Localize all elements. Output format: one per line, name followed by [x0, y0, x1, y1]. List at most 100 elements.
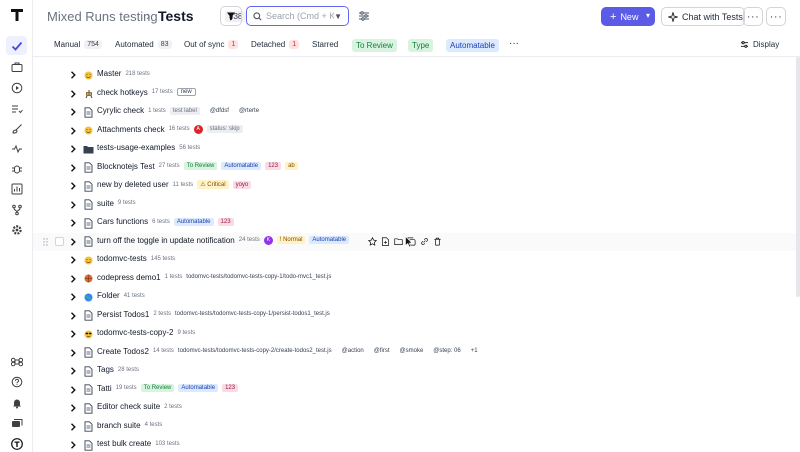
search-input[interactable] — [266, 11, 334, 21]
pulse-nav-icon[interactable] — [6, 139, 27, 158]
tab-manual[interactable]: Manual 754 — [54, 40, 102, 49]
chevron-right-icon[interactable] — [69, 422, 77, 432]
chevron-right-icon[interactable] — [69, 107, 77, 117]
suite-name[interactable]: Attachments check — [97, 125, 165, 134]
tag-badge[interactable]: status: skip — [206, 125, 243, 133]
tree-row[interactable]: test bulk create 103 tests — [33, 436, 800, 452]
suite-name[interactable]: Tatti — [97, 384, 112, 393]
tree-row[interactable]: Tags 28 tests — [33, 362, 800, 380]
tabs-more-button[interactable]: ··· — [509, 38, 519, 49]
notifications-bell-icon[interactable] — [6, 393, 27, 412]
tag-badge[interactable]: ! Normal — [276, 236, 306, 244]
chevron-right-icon[interactable] — [69, 255, 77, 265]
suite-name[interactable]: todomvc-tests — [97, 254, 147, 263]
tag-badge[interactable]: Automatable — [309, 236, 350, 244]
bug-nav-icon[interactable] — [6, 159, 27, 178]
suite-name[interactable]: Blocknotejs Test — [97, 162, 155, 171]
chevron-down-icon[interactable]: ▾ — [646, 11, 650, 20]
tree-row[interactable]: codepress demo1 1 tests todomvc-tests/todo… — [33, 270, 800, 288]
chevron-right-icon[interactable] — [69, 348, 77, 358]
tree-row[interactable]: tests-usage-examples 56 tests — [33, 140, 800, 158]
chevron-right-icon[interactable] — [69, 311, 77, 321]
chevron-right-icon[interactable] — [69, 274, 77, 284]
tree-row[interactable]: check hotkeys 17 tests new — [33, 85, 800, 103]
tree-row[interactable]: todomvc-tests 145 tests — [33, 251, 800, 269]
label-chip[interactable]: @first — [374, 348, 390, 354]
chevron-right-icon[interactable] — [69, 218, 77, 228]
filter-button[interactable] — [220, 6, 242, 26]
tree-row[interactable]: Editor check suite 2 tests — [33, 399, 800, 417]
tag-badge[interactable]: Automatable — [178, 384, 219, 392]
chevron-right-icon[interactable] — [69, 126, 77, 136]
tests-nav-icon[interactable] — [6, 36, 27, 55]
tree-row[interactable]: Blocknotejs Test 27 tests To Review Automat… — [33, 159, 800, 177]
tab-detached[interactable]: Detached 1 — [251, 40, 300, 49]
suite-name[interactable]: todomvc-tests-copy-2 — [97, 328, 173, 337]
chevron-right-icon[interactable] — [69, 163, 77, 173]
suite-name[interactable]: branch suite — [97, 421, 141, 430]
help-nav-icon[interactable] — [6, 372, 27, 391]
add-test-icon[interactable] — [381, 236, 390, 246]
settings-nav-icon[interactable] — [6, 220, 27, 239]
tree-row[interactable]: Folder 41 tests — [33, 288, 800, 306]
search-box[interactable]: ▼ — [246, 6, 349, 26]
suite-name[interactable]: test bulk create — [97, 439, 151, 448]
suite-name[interactable]: Folder — [97, 291, 120, 300]
tree-row[interactable]: Create Todos2 14 tests todomvc-tests/todom… — [33, 344, 800, 362]
search-dropdown-icon[interactable]: ▼ — [334, 12, 342, 21]
tree-row[interactable]: Cyrylic check 1 tests test label @dfdsf @rte… — [33, 103, 800, 121]
drag-handle-icon[interactable] — [43, 237, 48, 246]
chevron-right-icon[interactable] — [69, 70, 77, 80]
chevron-right-icon[interactable] — [69, 200, 77, 210]
testomat-logo-icon[interactable] — [9, 7, 25, 23]
suite-name[interactable]: Cars functions — [97, 217, 148, 226]
row-checkbox[interactable] — [55, 236, 64, 246]
trash-icon[interactable] — [433, 237, 442, 246]
analytics-nav-icon[interactable] — [6, 179, 27, 198]
tab-to-review[interactable]: To Review — [352, 39, 397, 52]
chevron-right-icon[interactable] — [69, 181, 77, 191]
link-icon[interactable] — [420, 237, 429, 246]
checklist-nav-icon[interactable] — [6, 99, 27, 118]
command-nav-icon[interactable] — [6, 352, 27, 371]
tab-out-of-sync[interactable]: Out of sync 1 — [184, 40, 239, 49]
suite-name[interactable]: new by deleted user — [97, 180, 169, 189]
tag-badge[interactable]: 123 — [217, 217, 234, 226]
star-icon[interactable] — [368, 236, 377, 246]
tag-badge[interactable]: To Review — [140, 384, 175, 392]
runs-nav-icon[interactable] — [6, 78, 27, 97]
projects-nav-icon[interactable] — [6, 413, 27, 432]
label-chip[interactable]: @rterte — [239, 108, 259, 114]
tag-badge[interactable]: test label — [169, 106, 200, 115]
branches-nav-icon[interactable] — [6, 200, 27, 219]
tag-badge[interactable]: yoyo — [232, 180, 252, 189]
add-folder-icon[interactable] — [394, 237, 403, 246]
breadcrumb-project[interactable]: Mixed Runs testing — [47, 9, 158, 24]
label-chip[interactable]: +1 — [471, 348, 478, 354]
tag-badge[interactable]: 123 — [222, 384, 239, 392]
label-chip[interactable]: @smoke — [400, 348, 424, 354]
new-button[interactable]: + New ▾ — [601, 7, 655, 26]
display-button[interactable]: Display — [740, 40, 779, 49]
suite-name[interactable]: Cyrylic check — [97, 106, 144, 115]
tag-badge[interactable]: ab — [285, 162, 298, 170]
chevron-right-icon[interactable] — [69, 385, 77, 395]
label-chip[interactable]: @step: 06 — [433, 348, 460, 354]
tree-row[interactable]: Attachments check 16 tests Astatus: skip — [33, 122, 800, 140]
tag-badge[interactable]: Automatable — [173, 217, 214, 226]
suite-name[interactable]: Tags — [97, 365, 114, 374]
chevron-right-icon[interactable] — [69, 403, 77, 413]
suite-name[interactable]: Master — [97, 69, 121, 78]
suite-name[interactable]: check hotkeys — [97, 88, 148, 97]
more-options-button[interactable]: ··· — [743, 7, 763, 26]
brush-nav-icon[interactable] — [6, 119, 27, 138]
tree-row[interactable]: todomvc-tests-copy-2 9 tests — [33, 325, 800, 343]
tree-row[interactable]: turn off the toggle in update notificati… — [33, 232, 800, 251]
scrollbar[interactable] — [796, 57, 800, 297]
chevron-right-icon[interactable] — [69, 144, 77, 154]
label-chip[interactable]: @action — [342, 348, 364, 354]
chevron-right-icon[interactable] — [69, 89, 77, 99]
suite-name[interactable]: Create Todos2 — [97, 347, 149, 356]
tab-type[interactable]: Type — [408, 39, 434, 52]
suite-name[interactable]: Persist Todos1 — [97, 310, 149, 319]
